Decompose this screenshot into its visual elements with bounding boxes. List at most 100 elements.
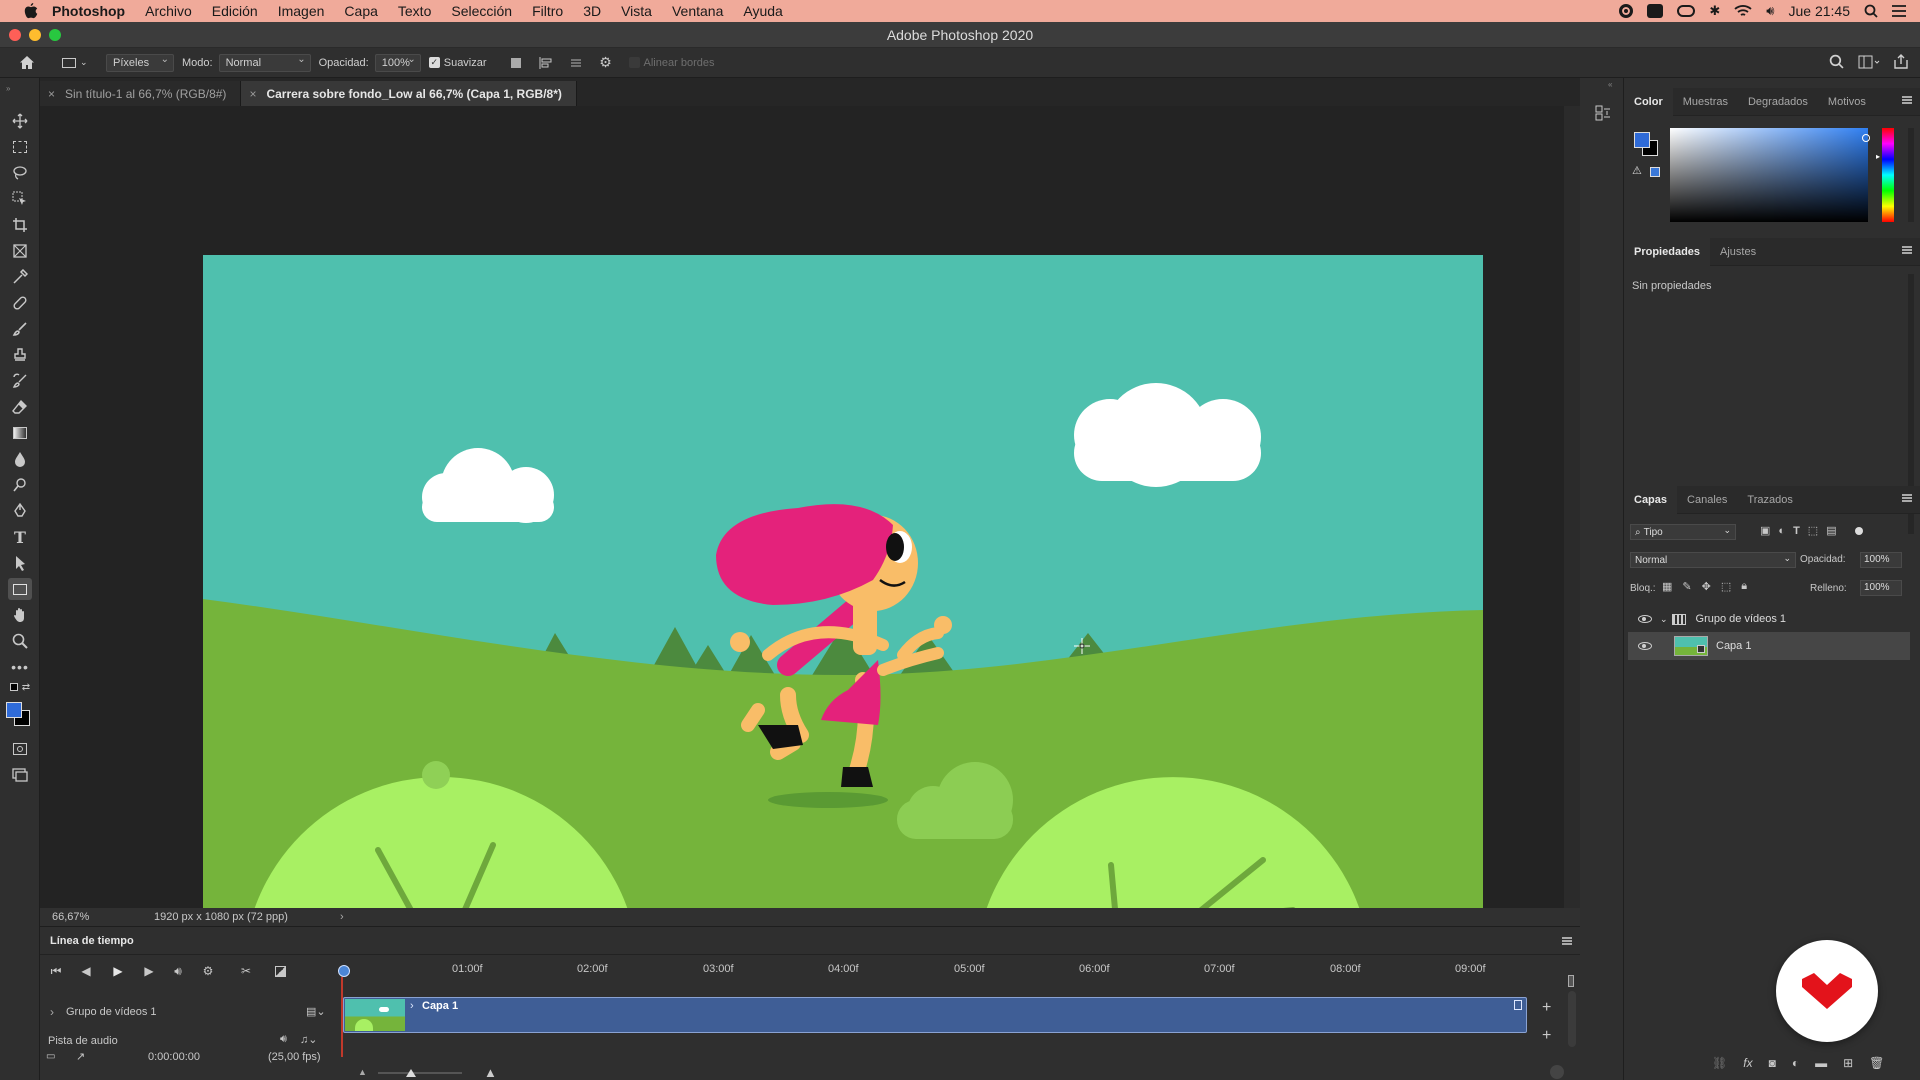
filter-type-icon[interactable]: T [1793, 525, 1800, 537]
apple-icon[interactable] [20, 3, 42, 19]
link-layers-icon[interactable]: ⛓ [1712, 1056, 1727, 1070]
frame-tool-icon[interactable] [8, 240, 32, 262]
close-tab-icon[interactable]: × [48, 87, 55, 101]
tab-properties[interactable]: Propiedades [1624, 237, 1711, 266]
audio-track-note-icon[interactable]: ♫⌄ [300, 1033, 317, 1046]
tab-paths[interactable]: Trazados [1737, 486, 1802, 514]
gradient-tool-icon[interactable] [8, 422, 32, 444]
timeline-scroll-knob[interactable] [1550, 1065, 1564, 1079]
work-area-end-handle[interactable] [1568, 975, 1574, 987]
home-icon[interactable] [18, 54, 36, 72]
close-window-button[interactable] [9, 29, 21, 41]
crop-tool-icon[interactable] [8, 214, 32, 236]
zoom-tool-icon[interactable] [8, 630, 32, 652]
timeline-vertical-scrollbar[interactable] [1568, 991, 1576, 1047]
quick-mask-icon[interactable] [8, 738, 32, 760]
tab-untitled-document[interactable]: × Sin título-1 al 66,7% (RGB/8#) [40, 81, 242, 106]
video-clip-capa-1[interactable]: › Capa 1 [343, 997, 1527, 1033]
workspace-icon[interactable] [1858, 55, 1880, 69]
history-brush-tool-icon[interactable] [8, 370, 32, 392]
path-alignment-icon[interactable] [537, 54, 555, 72]
minimize-window-button[interactable] [29, 29, 41, 41]
wifi-icon[interactable] [1734, 4, 1752, 18]
visibility-eye-icon[interactable] [1638, 642, 1652, 650]
record-icon[interactable] [1619, 4, 1634, 18]
path-selection-tool-icon[interactable] [8, 552, 32, 574]
default-colors-icon[interactable]: ⇄ [8, 680, 32, 694]
properties-panel-menu-icon[interactable] [1902, 246, 1912, 254]
new-adjustment-layer-icon[interactable]: ◐ [1792, 1056, 1799, 1070]
filter-toggle-icon[interactable] [1854, 526, 1863, 535]
menu-seleccion[interactable]: Selección [451, 3, 512, 19]
clip-end-marker-icon[interactable] [1514, 1000, 1522, 1010]
hue-slider[interactable] [1882, 128, 1894, 222]
lock-all-icon[interactable]: 🔒︎ [1741, 580, 1747, 593]
close-tab-icon[interactable]: × [249, 87, 256, 101]
color-panel-menu-icon[interactable] [1902, 96, 1912, 104]
filter-pixel-icon[interactable]: ▣ [1760, 524, 1770, 537]
filter-adjustment-icon[interactable]: ◐ [1778, 525, 1785, 537]
next-frame-button[interactable]: ▶︎ [141, 963, 157, 979]
layer-opacity-input[interactable]: 100% [1860, 552, 1902, 568]
menu-texto[interactable]: Texto [398, 3, 431, 19]
canvas-vertical-scrollbar[interactable] [1564, 106, 1580, 908]
new-group-folder-icon[interactable]: ▬ [1815, 1056, 1827, 1070]
brush-tool-icon[interactable] [8, 318, 32, 340]
zoom-level[interactable]: 66,67% [52, 911, 142, 923]
tab-active-document[interactable]: × Carrera sobre fondo_Low al 66,7% (Capa… [241, 81, 577, 106]
shape-mode-select[interactable]: Píxeles [106, 53, 174, 72]
video-group-film-icon[interactable]: ▤⌄ [306, 1005, 326, 1018]
menu-ventana[interactable]: Ventana [672, 3, 723, 19]
bluetooth-icon[interactable]: ✱ [1709, 3, 1720, 19]
canvas-area[interactable] [40, 106, 1564, 975]
tab-patterns[interactable]: Motivos [1818, 88, 1876, 116]
filter-smart-object-icon[interactable]: ▤ [1826, 524, 1836, 537]
collapse-toolbar-icon[interactable]: » [6, 84, 10, 93]
path-arrangement-icon[interactable] [567, 54, 585, 72]
previous-frame-button[interactable]: ◀︎ [78, 963, 94, 979]
convert-frames-icon[interactable]: ↗ [76, 1050, 85, 1063]
menu-ayuda[interactable]: Ayuda [743, 3, 782, 19]
delete-layer-trash-icon[interactable]: 🗑︎ [1869, 1056, 1884, 1070]
healing-brush-tool-icon[interactable] [8, 292, 32, 314]
timeline-title[interactable]: Línea de tiempo [50, 935, 134, 947]
playhead[interactable] [338, 965, 350, 977]
audio-mute-icon[interactable]: 🔊︎ [170, 963, 186, 979]
menu-3d[interactable]: 3D [583, 3, 601, 19]
clip-expand-chevron-icon[interactable]: › [410, 1000, 414, 1012]
align-edges-checkbox[interactable] [628, 57, 640, 68]
artwork-canvas[interactable] [203, 255, 1483, 975]
object-selection-tool-icon[interactable] [8, 188, 32, 210]
timeline-menu-icon[interactable] [1562, 937, 1572, 945]
go-to-first-frame-button[interactable]: ⏮︎ [48, 963, 64, 979]
foreground-color-swatch[interactable] [6, 702, 22, 718]
timeline-ruler[interactable]: 01:00f 02:00f 03:00f 04:00f 05:00f 06:00… [338, 957, 1580, 987]
layers-panel-menu-icon[interactable] [1902, 494, 1912, 502]
menu-filtro[interactable]: Filtro [532, 3, 563, 19]
expand-group-chevron-icon[interactable]: › [50, 1005, 54, 1019]
audio-track-volume-icon[interactable]: 🔊︎ [280, 1033, 287, 1046]
eyedropper-tool-icon[interactable] [8, 266, 32, 288]
menu-edicion[interactable]: Edición [212, 3, 258, 19]
opacity-input[interactable]: 100% [374, 53, 421, 72]
tab-swatches[interactable]: Muestras [1673, 88, 1738, 116]
add-media-to-audio-track-icon[interactable]: + [1542, 1027, 1551, 1045]
blur-tool-icon[interactable] [8, 448, 32, 470]
tab-adjustments[interactable]: Ajustes [1710, 238, 1766, 266]
timeline-zoom-slider[interactable]: ▲ ▲ [358, 1065, 500, 1080]
lock-transparency-icon[interactable]: ▦ [1662, 580, 1672, 593]
search-icon[interactable] [1829, 54, 1844, 69]
notification-center-icon[interactable] [1892, 5, 1906, 17]
tab-layers[interactable]: Capas [1624, 485, 1678, 514]
layer-style-fx-icon[interactable]: fx [1743, 1056, 1752, 1070]
status-menu-chevron-icon[interactable]: › [340, 911, 344, 923]
dodge-tool-icon[interactable] [8, 474, 32, 496]
history-panel-icon[interactable] [1594, 104, 1612, 122]
tool-preset-picker[interactable]: ⌄ [62, 55, 88, 71]
video-group-track-label[interactable]: Grupo de vídeos 1 [66, 1006, 157, 1018]
tab-channels[interactable]: Canales [1677, 486, 1737, 514]
color-panel-scrollbar[interactable] [1908, 128, 1914, 222]
type-tool-icon[interactable]: T [8, 526, 32, 548]
rectangle-tool-icon[interactable] [8, 578, 32, 600]
split-scissors-icon[interactable]: ✂ [238, 963, 254, 979]
